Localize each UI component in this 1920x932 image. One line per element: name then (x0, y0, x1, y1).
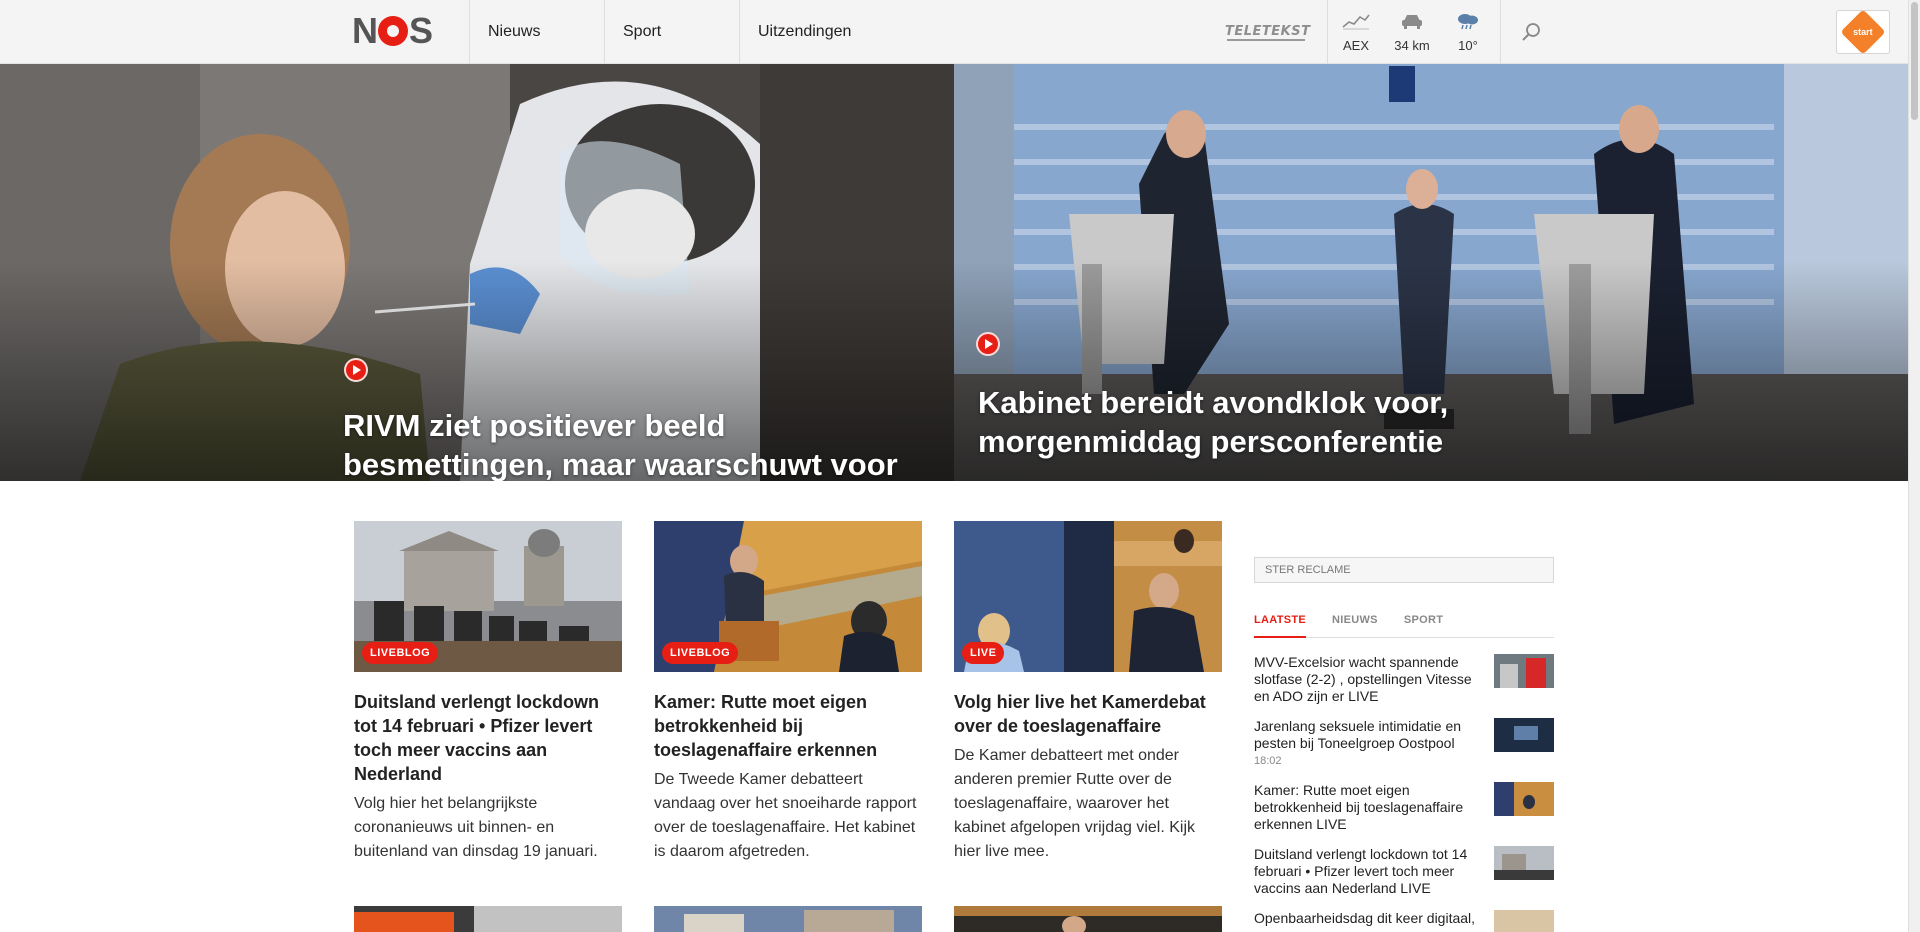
aex-label: AEX (1342, 38, 1369, 53)
article-description: De Tweede Kamer debatteert vandaag over … (654, 771, 917, 860)
logo-letter-s: S (409, 10, 433, 51)
npo-start-label: start (1853, 26, 1873, 37)
news-item-thumbnail (1494, 782, 1554, 816)
scrollbar-thumb[interactable] (1911, 2, 1918, 120)
article-thumbnail: LIVEBLOG (654, 521, 922, 672)
traffic-label: 34 km (1394, 38, 1430, 53)
thumbnail-image-documents (1494, 910, 1554, 932)
latest-news-item[interactable]: MVV-Excelsior wacht spannende slotfase (… (1254, 654, 1554, 705)
thumbnail-image-theatre (1494, 718, 1554, 752)
main-nav: Nieuws Sport Uitzendingen (469, 0, 874, 64)
search-button[interactable] (1500, 0, 1560, 64)
article-card-partial[interactable] (654, 906, 922, 932)
news-item-text[interactable]: Jarenlang seksuele intimidatie en pesten… (1254, 718, 1476, 752)
article-card-kamerdebat[interactable]: LIVE Volg hier live het Kamerdebat over … (954, 521, 1222, 864)
thumbnail-image-berlin (1494, 846, 1554, 880)
article-thumbnail-partial (354, 906, 622, 932)
car-icon (1402, 15, 1422, 29)
news-item-text[interactable]: MVV-Excelsior wacht spannende slotfase (… (1254, 654, 1476, 705)
article-card-partial[interactable] (354, 906, 622, 932)
hero-article-rivm[interactable]: RIVM ziet positiever beeld besmettingen,… (0, 64, 954, 481)
npo-start-button[interactable]: start (1836, 9, 1890, 55)
liveblog-tag: LIVEBLOG (362, 642, 439, 664)
stock-chart-icon (1342, 14, 1370, 30)
news-item-thumbnail (1494, 910, 1554, 932)
nav-item-nieuws[interactable]: Nieuws (469, 0, 604, 64)
video-play-icon[interactable] (976, 332, 1000, 356)
liveblog-tag: LIVEBLOG (662, 642, 739, 664)
nos-logo[interactable]: N S (352, 10, 433, 51)
article-card-duitsland[interactable]: LIVEBLOG Duitsland verlengt lockdown tot… (354, 521, 622, 864)
news-item-thumbnail (1494, 846, 1554, 880)
article-title[interactable]: Duitsland verlengt lockdown tot 14 febru… (354, 690, 622, 786)
article-title[interactable]: Kamer: Rutte moet eigen betrokkenheid bi… (654, 690, 922, 762)
article-card-kamer-rutte[interactable]: LIVEBLOG Kamer: Rutte moet eigen betrokk… (654, 521, 922, 864)
npo-start-logo: start (1840, 9, 1886, 55)
teletekst-link[interactable]: TELETEKST (1225, 22, 1311, 42)
weather-widget[interactable]: 10° (1440, 0, 1496, 64)
tab-nieuws[interactable]: NIEUWS (1332, 614, 1378, 638)
latest-news-item[interactable]: Kamer: Rutte moet eigen betrokkenheid bi… (1254, 782, 1554, 833)
thumbnail-image-football (1494, 654, 1554, 688)
teletekst-label: TELETEKST (1225, 24, 1311, 39)
news-item-thumbnail (1494, 718, 1554, 752)
sidebar-tabs: LAATSTE NIEUWS SPORT (1254, 614, 1554, 638)
page-scrollbar[interactable] (1908, 0, 1920, 932)
rain-cloud-icon (1458, 14, 1478, 30)
article-title[interactable]: Volg hier live het Kamerdebat over de to… (954, 690, 1222, 738)
article-card-partial[interactable] (954, 906, 1222, 932)
header-widgets: AEX 34 km 10° (1327, 0, 1496, 64)
article-thumbnail-partial (654, 906, 922, 932)
weather-label: 10° (1458, 38, 1478, 53)
hero-title[interactable]: Kabinet bereidt avondklok voor, morgenmi… (978, 383, 1538, 461)
latest-news-item[interactable]: Duitsland verlengt lockdown tot 14 febru… (1254, 846, 1554, 897)
news-item-text[interactable]: Kamer: Rutte moet eigen betrokkenheid bi… (1254, 782, 1476, 833)
news-item-text[interactable]: Openbaarheidsdag dit keer digitaal, (1254, 910, 1476, 927)
live-tag: LIVE (962, 642, 1005, 664)
news-item-text[interactable]: Duitsland verlengt lockdown tot 14 febru… (1254, 846, 1476, 897)
search-icon (1521, 23, 1540, 41)
news-item-thumbnail (1494, 654, 1554, 688)
hero-article-avondklok[interactable]: Kabinet bereidt avondklok voor, morgenmi… (954, 64, 1908, 481)
nav-item-sport[interactable]: Sport (604, 0, 739, 64)
hero-title[interactable]: RIVM ziet positiever beeld besmettingen,… (343, 406, 933, 481)
tab-laatste[interactable]: LAATSTE (1254, 614, 1307, 638)
latest-news-item[interactable]: Openbaarheidsdag dit keer digitaal, (1254, 910, 1554, 932)
tab-sport[interactable]: SPORT (1404, 614, 1443, 638)
video-play-icon[interactable] (344, 358, 368, 382)
aex-widget[interactable]: AEX (1328, 0, 1384, 64)
traffic-widget[interactable]: 34 km (1384, 0, 1440, 64)
nav-item-uitzendingen[interactable]: Uitzendingen (739, 0, 874, 64)
thumbnail-image-parliament (1494, 782, 1554, 816)
article-thumbnail: LIVEBLOG (354, 521, 622, 672)
logo-letter-o (378, 16, 408, 46)
article-description: Volg hier het belangrijkste coronanieuws… (354, 795, 598, 860)
site-header: N S Nieuws Sport Uitzendingen TELETEKST … (0, 0, 1908, 64)
ster-reclame-advert[interactable]: STER RECLAME (1254, 557, 1554, 583)
logo-letter-n: N (352, 10, 378, 51)
article-description: De Kamer debatteert met onder anderen pr… (954, 747, 1196, 860)
article-thumbnail: LIVE (954, 521, 1222, 672)
news-item-time: 18:02 (1254, 755, 1282, 767)
article-thumbnail-partial (954, 906, 1222, 932)
latest-news-item[interactable]: Jarenlang seksuele intimidatie en pesten… (1254, 718, 1554, 767)
